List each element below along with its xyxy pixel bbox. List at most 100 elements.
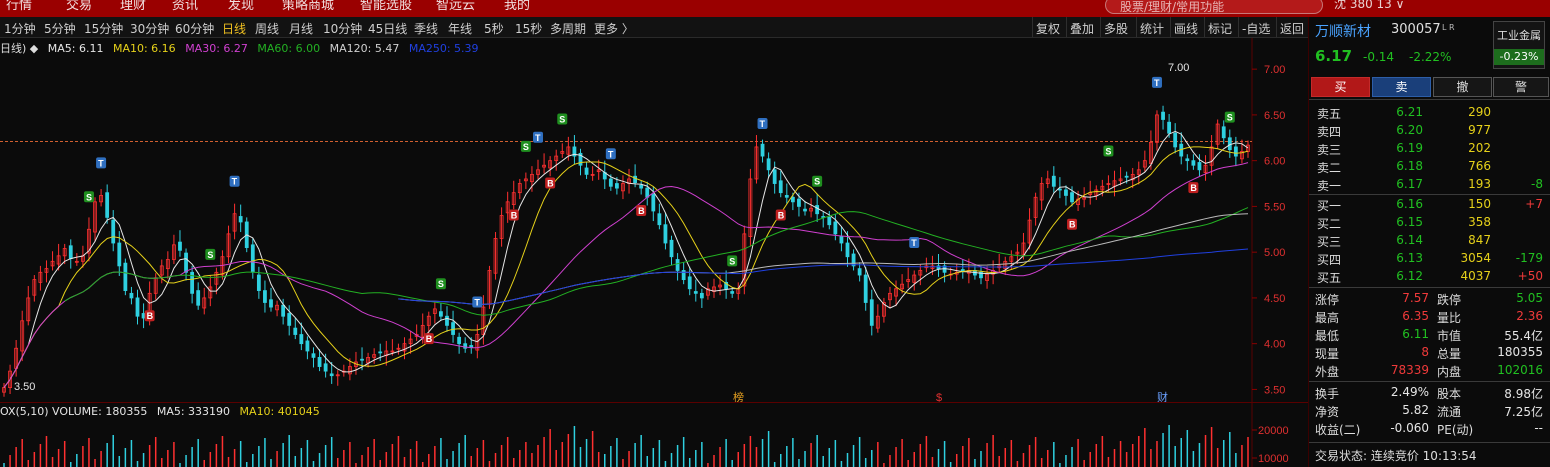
candle xyxy=(445,315,449,326)
candle xyxy=(293,327,298,335)
user-area[interactable]: 沈 380 13 ∨ xyxy=(1334,0,1404,12)
candle xyxy=(105,192,110,218)
candle xyxy=(135,297,140,317)
menu-item-mine[interactable]: 我的 xyxy=(504,0,530,13)
tab-quarterly[interactable]: 季线 xyxy=(414,20,438,37)
candle xyxy=(250,244,255,273)
tab-weekly[interactable]: 周线 xyxy=(255,20,279,37)
menu-item-finance[interactable]: 理财 xyxy=(120,0,146,13)
sell-button[interactable]: 卖 xyxy=(1372,77,1431,97)
candle xyxy=(1161,111,1165,120)
multi-stock-button[interactable]: 多股 xyxy=(1104,20,1128,37)
toolbar-divider xyxy=(1170,17,1171,37)
candle xyxy=(663,224,668,244)
stat-row: 最低 6.11 市值 55.4亿 xyxy=(1309,325,1550,343)
cancel-order-button[interactable]: 撤 xyxy=(1433,77,1492,97)
bid-row[interactable]: 买三 6.14 847 xyxy=(1309,231,1550,249)
toolbar-divider xyxy=(1066,17,1067,37)
candle xyxy=(238,216,243,223)
signal-badge-label: B xyxy=(638,206,645,216)
bid-price: 6.16 xyxy=(1396,197,1423,211)
candle xyxy=(111,219,116,244)
menu-item-trade[interactable]: 交易 xyxy=(66,0,92,13)
fuquan-button[interactable]: 复权 xyxy=(1036,20,1060,37)
signal-badge-label: B xyxy=(147,311,154,321)
tab-more[interactable]: 更多 〉 xyxy=(594,20,634,37)
tab-15sec[interactable]: 15秒 xyxy=(515,20,542,37)
tab-10min[interactable]: 10分钟 xyxy=(323,20,362,37)
candle xyxy=(669,239,674,258)
candle xyxy=(1173,132,1178,148)
ask-row[interactable]: 卖一 6.17 193 -8 xyxy=(1309,175,1550,193)
candle xyxy=(839,236,844,244)
tab-yearly[interactable]: 年线 xyxy=(448,20,472,37)
bid-volume: 150 xyxy=(1468,197,1491,211)
menu-item-strategy-mall[interactable]: 策略商城 xyxy=(282,0,334,13)
back-button[interactable]: 返回 xyxy=(1280,20,1304,37)
menu-item-cloud[interactable]: 智远云 xyxy=(436,0,475,13)
bid-row[interactable]: 买二 6.15 358 xyxy=(1309,213,1550,231)
toolbar-divider xyxy=(1276,17,1277,37)
signal-badge-label: S xyxy=(86,192,92,202)
candle xyxy=(329,373,334,377)
divider xyxy=(1309,381,1550,382)
divider xyxy=(1309,287,1550,288)
tab-daily[interactable]: 日线 xyxy=(222,20,246,37)
tab-1min[interactable]: 1分钟 xyxy=(4,20,36,37)
sector-box[interactable]: 工业金属 -0.23% xyxy=(1493,21,1545,69)
candle xyxy=(730,291,735,294)
bid-row[interactable]: 买一 6.16 150 +7 xyxy=(1309,195,1550,213)
stock-name[interactable]: 万顺新材 xyxy=(1315,21,1371,41)
y-tick-label: 4.50 xyxy=(1264,293,1285,305)
tab-60min[interactable]: 60分钟 xyxy=(175,20,214,37)
statistics-button[interactable]: 统计 xyxy=(1140,20,1164,37)
draw-line-button[interactable]: 画线 xyxy=(1174,20,1198,37)
tab-5min[interactable]: 5分钟 xyxy=(44,20,76,37)
stat-value: 2.36 xyxy=(1516,309,1543,323)
tab-45day[interactable]: 45日线 xyxy=(368,20,407,37)
stat-label: 现量 xyxy=(1315,347,1340,361)
menu-item-smart-pick[interactable]: 智能选股 xyxy=(360,0,412,13)
stat-row: 最高 6.35 量比 2.36 xyxy=(1309,307,1550,325)
candle xyxy=(639,184,644,189)
ask-volume: 977 xyxy=(1468,123,1491,137)
candle xyxy=(772,169,777,184)
bid-row[interactable]: 买五 6.12 4037 +50 xyxy=(1309,267,1550,285)
stat-label: 流通 xyxy=(1437,405,1462,419)
stat-label: 内盘 xyxy=(1437,365,1462,379)
menu-item-discover[interactable]: 发现 xyxy=(228,0,254,13)
menu-item-news[interactable]: 资讯 xyxy=(172,0,198,13)
menu-item-market[interactable]: 行情 xyxy=(6,0,32,13)
tab-5sec[interactable]: 5秒 xyxy=(484,20,504,37)
tab-15min[interactable]: 15分钟 xyxy=(84,20,123,37)
candle xyxy=(1051,175,1056,187)
alert-button[interactable]: 警 xyxy=(1493,77,1549,97)
ask-row[interactable]: 卖四 6.20 977 xyxy=(1309,121,1550,139)
stat-label: 市值 xyxy=(1437,329,1462,343)
candle xyxy=(469,345,474,348)
tab-multi-period[interactable]: 多周期 xyxy=(550,20,586,37)
last-price: 6.17 xyxy=(1315,47,1353,65)
overlay-button[interactable]: 叠加 xyxy=(1070,20,1094,37)
candle xyxy=(378,351,383,354)
stat-label: 股本 xyxy=(1437,387,1462,401)
bid-row[interactable]: 买四 6.13 3054 -179 xyxy=(1309,249,1550,267)
lr-badge: L R xyxy=(1442,23,1455,32)
ask-row[interactable]: 卖三 6.19 202 xyxy=(1309,139,1550,157)
ask-row[interactable]: 卖五 6.21 290 xyxy=(1309,103,1550,121)
tab-30min[interactable]: 30分钟 xyxy=(130,20,169,37)
toolbar-divider xyxy=(1136,17,1137,37)
mark-button[interactable]: 标记 xyxy=(1208,20,1232,37)
tab-monthly[interactable]: 月线 xyxy=(289,20,313,37)
candle xyxy=(451,322,455,335)
top-menu-bar: 行情 交易 理财 资讯 发现 策略商城 智能选股 智远云 我的 股票/理财/常用… xyxy=(0,0,1550,17)
stat-label: 量比 xyxy=(1437,311,1462,325)
buy-button[interactable]: 买 xyxy=(1311,77,1370,97)
global-search-input[interactable]: 股票/理财/常用功能 xyxy=(1105,0,1323,14)
remove-watchlist-button[interactable]: -自选 xyxy=(1242,20,1270,37)
ask-price: 6.20 xyxy=(1396,123,1423,137)
candle xyxy=(657,213,662,226)
ask-row[interactable]: 卖二 6.18 766 xyxy=(1309,157,1550,175)
signal-badge-label: B xyxy=(1190,183,1197,193)
candle xyxy=(439,311,443,317)
